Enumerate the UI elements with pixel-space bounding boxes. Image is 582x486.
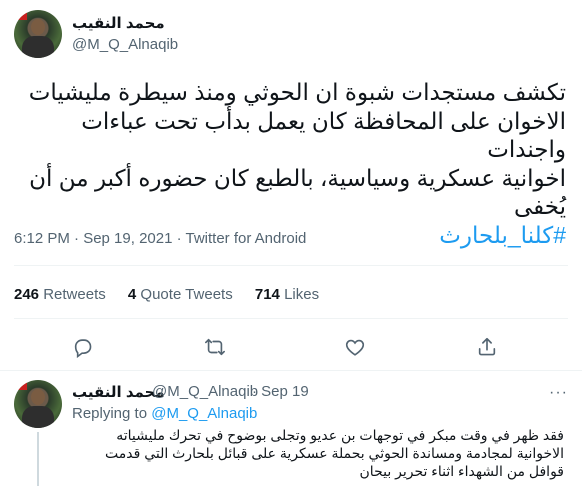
tweet-text-line: تكشف مستجدات شبوة ان الحوثي ومنذ سيطرة م… (28, 79, 566, 105)
thread-line (37, 432, 39, 486)
tweet-text: تكشف مستجدات شبوة ان الحوثي ومنذ سيطرة م… (14, 78, 566, 249)
author-handle[interactable]: @M_Q_Alnaqib (72, 36, 178, 53)
divider (14, 265, 568, 266)
tweet-detail-page: محمد النقيب @M_Q_Alnaqib تكشف مستجدات شب… (0, 0, 582, 486)
author-avatar[interactable] (14, 10, 62, 58)
retweet-button[interactable] (200, 332, 230, 362)
reply-text-line: الاخوانية لمجادمة ومساندة الحوثي بحملة ع… (105, 445, 564, 461)
like-icon (345, 339, 365, 356)
tweet-text-line: اخوانية عسكرية وسياسية، بالطبع كان حضوره… (29, 164, 566, 191)
replying-to: Replying to @M_Q_Alnaqib (72, 405, 257, 422)
likes-stat[interactable]: 714 Likes (255, 286, 319, 303)
quote-tweets-stat[interactable]: 4 Quote Tweets (128, 286, 233, 303)
divider (14, 318, 568, 319)
reply-author-name[interactable]: محمد النقيب (72, 383, 165, 401)
reply-author-avatar[interactable] (14, 380, 62, 428)
share-icon (478, 337, 496, 356)
retweets-stat[interactable]: 246 Retweets (14, 286, 106, 303)
like-button[interactable] (340, 332, 370, 362)
author-name[interactable]: محمد النقيب (72, 14, 165, 32)
flag-icon (17, 382, 27, 390)
reply-author-handle[interactable]: @M_Q_Alnaqib (152, 383, 258, 400)
tweet-text-line: يُخفى (513, 193, 566, 219)
tweet-actions (0, 332, 582, 362)
reply-text: فقد ظهر في وقت مبكر في توجهات بن عديو وت… (64, 426, 564, 480)
retweet-icon (205, 338, 225, 356)
reply-date[interactable]: · Sep 19 (252, 383, 309, 400)
reply-text-line: قوافل من الشهداء اثناء تحرير بيحان (359, 463, 564, 479)
reply-icon (74, 339, 92, 358)
divider (0, 370, 582, 371)
more-options-icon[interactable]: ··· (549, 384, 568, 402)
tweet-text-line: الاخوان على المحافظة كان يعمل بدأب تحت ع… (81, 107, 566, 163)
reply-button[interactable] (68, 332, 98, 362)
flag-icon (17, 12, 27, 20)
reply-text-line: فقد ظهر في وقت مبكر في توجهات بن عديو وت… (116, 427, 564, 443)
share-button[interactable] (472, 332, 502, 362)
replying-to-label: Replying to (72, 405, 148, 422)
replying-to-handle[interactable]: @M_Q_Alnaqib (151, 405, 257, 422)
tweet-timestamp[interactable]: 6:12 PM · Sep 19, 2021 · Twitter for And… (14, 230, 306, 247)
tweet-stats: 246 Retweets 4 Quote Tweets 714 Likes (14, 286, 337, 303)
